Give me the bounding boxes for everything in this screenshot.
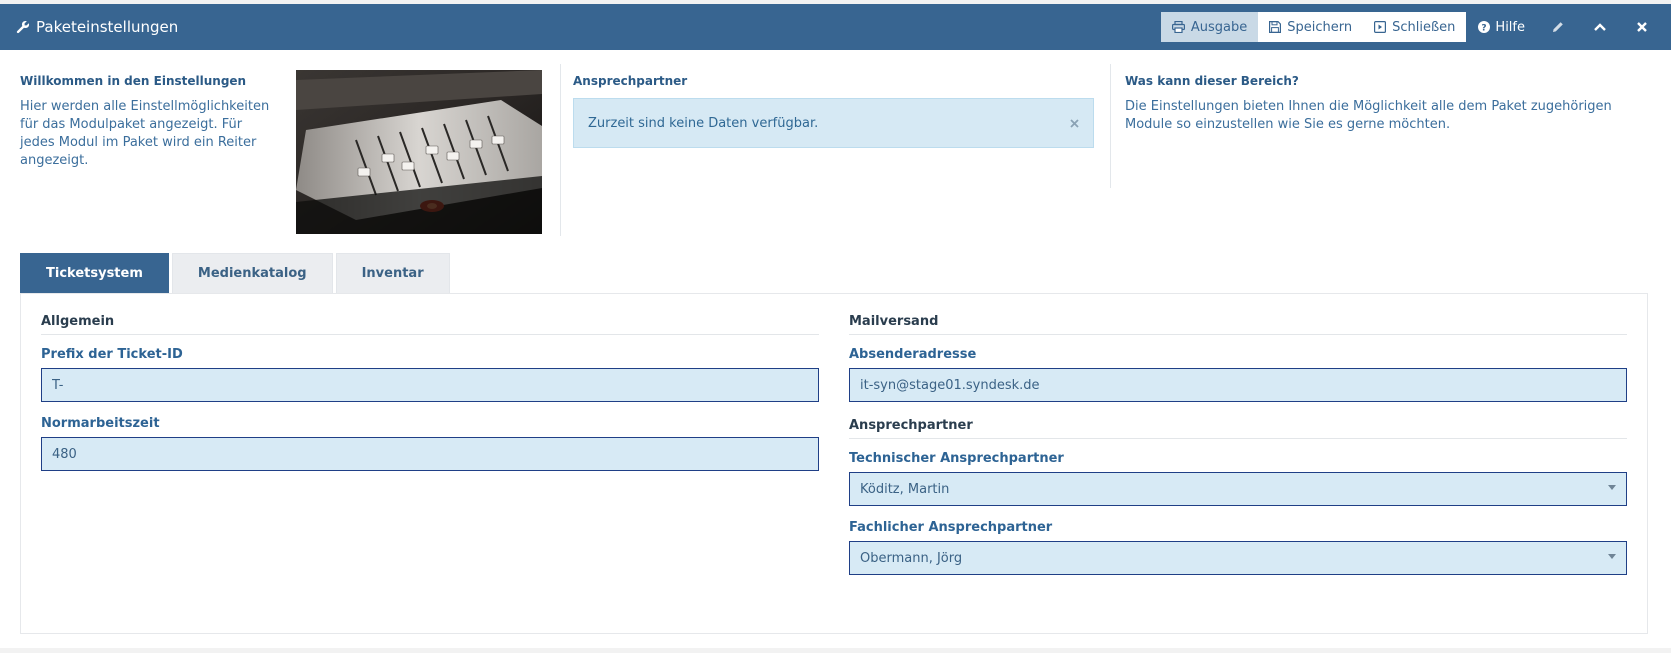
- worktime-input[interactable]: [41, 437, 819, 471]
- svg-text:?: ?: [1482, 24, 1487, 34]
- question-circle-icon: ?: [1478, 21, 1491, 34]
- window-title: Paketeinstellungen: [16, 18, 178, 36]
- functional-contact-select[interactable]: Obermann, Jörg: [849, 541, 1627, 575]
- sender-input[interactable]: [849, 368, 1627, 402]
- info-area: Willkommen in den Einstellungen Hier wer…: [0, 62, 1671, 236]
- toolbar: Ausgabe Speichern Schließen ? Hilfe: [1160, 4, 1671, 50]
- chevron-up-icon: [1594, 23, 1606, 31]
- close-icon: [1637, 22, 1647, 32]
- no-data-alert: Zurzeit sind keine Daten verfügbar.: [573, 98, 1094, 148]
- print-icon: [1171, 21, 1185, 33]
- output-button[interactable]: Ausgabe: [1160, 12, 1259, 42]
- technical-contact-select[interactable]: Köditz, Martin: [849, 472, 1627, 506]
- tab-medienkatalog[interactable]: Medienkatalog: [171, 253, 333, 293]
- help-button[interactable]: ? Hilfe: [1466, 12, 1537, 42]
- alert-text: Zurzeit sind keine Daten verfügbar.: [588, 115, 819, 131]
- contact-box: Ansprechpartner Zurzeit sind keine Daten…: [573, 74, 1094, 148]
- prefix-input[interactable]: [41, 368, 819, 402]
- close-button[interactable]: Schließen: [1363, 12, 1467, 42]
- worktime-label: Normarbeitszeit: [41, 416, 160, 431]
- divider: [560, 64, 561, 236]
- save-button[interactable]: Speichern: [1258, 12, 1364, 42]
- tab-panel: Allgemein Prefix der Ticket-ID Normarbei…: [20, 293, 1648, 634]
- mail-heading: Mailversand: [849, 314, 1627, 335]
- about-box: Was kann dieser Bereich? Die Einstellung…: [1125, 74, 1650, 134]
- contacts-heading: Ansprechpartner: [849, 418, 1627, 439]
- alert-close-icon[interactable]: [1070, 118, 1079, 128]
- welcome-text: Hier werden alle Einstellmöglichkeiten f…: [20, 99, 270, 168]
- tab-bar: Ticketsystem Medienkatalog Inventar: [20, 253, 453, 293]
- general-section: Allgemein Prefix der Ticket-ID Normarbei…: [41, 314, 819, 485]
- technical-contact-label: Technischer Ansprechpartner: [849, 451, 1064, 466]
- mixing-console-image: [296, 70, 542, 234]
- sender-label: Absenderadresse: [849, 347, 977, 362]
- window-title-text: Paketeinstellungen: [36, 18, 179, 36]
- divider: [1110, 64, 1111, 188]
- tab-inventar[interactable]: Inventar: [335, 253, 450, 293]
- functional-contact-label: Fachlicher Ansprechpartner: [849, 520, 1053, 535]
- about-heading: Was kann dieser Bereich?: [1125, 74, 1299, 88]
- pencil-icon: [1553, 22, 1563, 32]
- technical-contact-value: Köditz, Martin: [860, 481, 950, 497]
- edit-pencil-button[interactable]: [1537, 12, 1579, 42]
- chevron-down-icon: [1608, 485, 1616, 490]
- general-heading: Allgemein: [41, 314, 819, 335]
- collapse-button[interactable]: [1579, 12, 1621, 42]
- welcome-box: Willkommen in den Einstellungen Hier wer…: [20, 74, 270, 170]
- prefix-label: Prefix der Ticket-ID: [41, 347, 183, 362]
- close-square-icon: [1374, 21, 1387, 33]
- wrench-icon: [16, 20, 30, 34]
- functional-contact-value: Obermann, Jörg: [860, 550, 963, 566]
- welcome-heading: Willkommen in den Einstellungen: [20, 74, 247, 88]
- tab-ticketsystem[interactable]: Ticketsystem: [20, 253, 169, 293]
- floppy-icon: [1269, 21, 1282, 33]
- contact-heading: Ansprechpartner: [573, 74, 688, 88]
- about-text: Die Einstellungen bieten Ihnen die Mögli…: [1125, 99, 1612, 132]
- settings-window: Paketeinstellungen Ausgabe Speichern Sch…: [0, 4, 1671, 648]
- window-close-button[interactable]: [1621, 12, 1663, 42]
- mail-section: Mailversand Absenderadresse Ansprechpart…: [849, 314, 1627, 589]
- chevron-down-icon: [1608, 554, 1616, 559]
- title-bar: Paketeinstellungen Ausgabe Speichern Sch…: [0, 4, 1671, 50]
